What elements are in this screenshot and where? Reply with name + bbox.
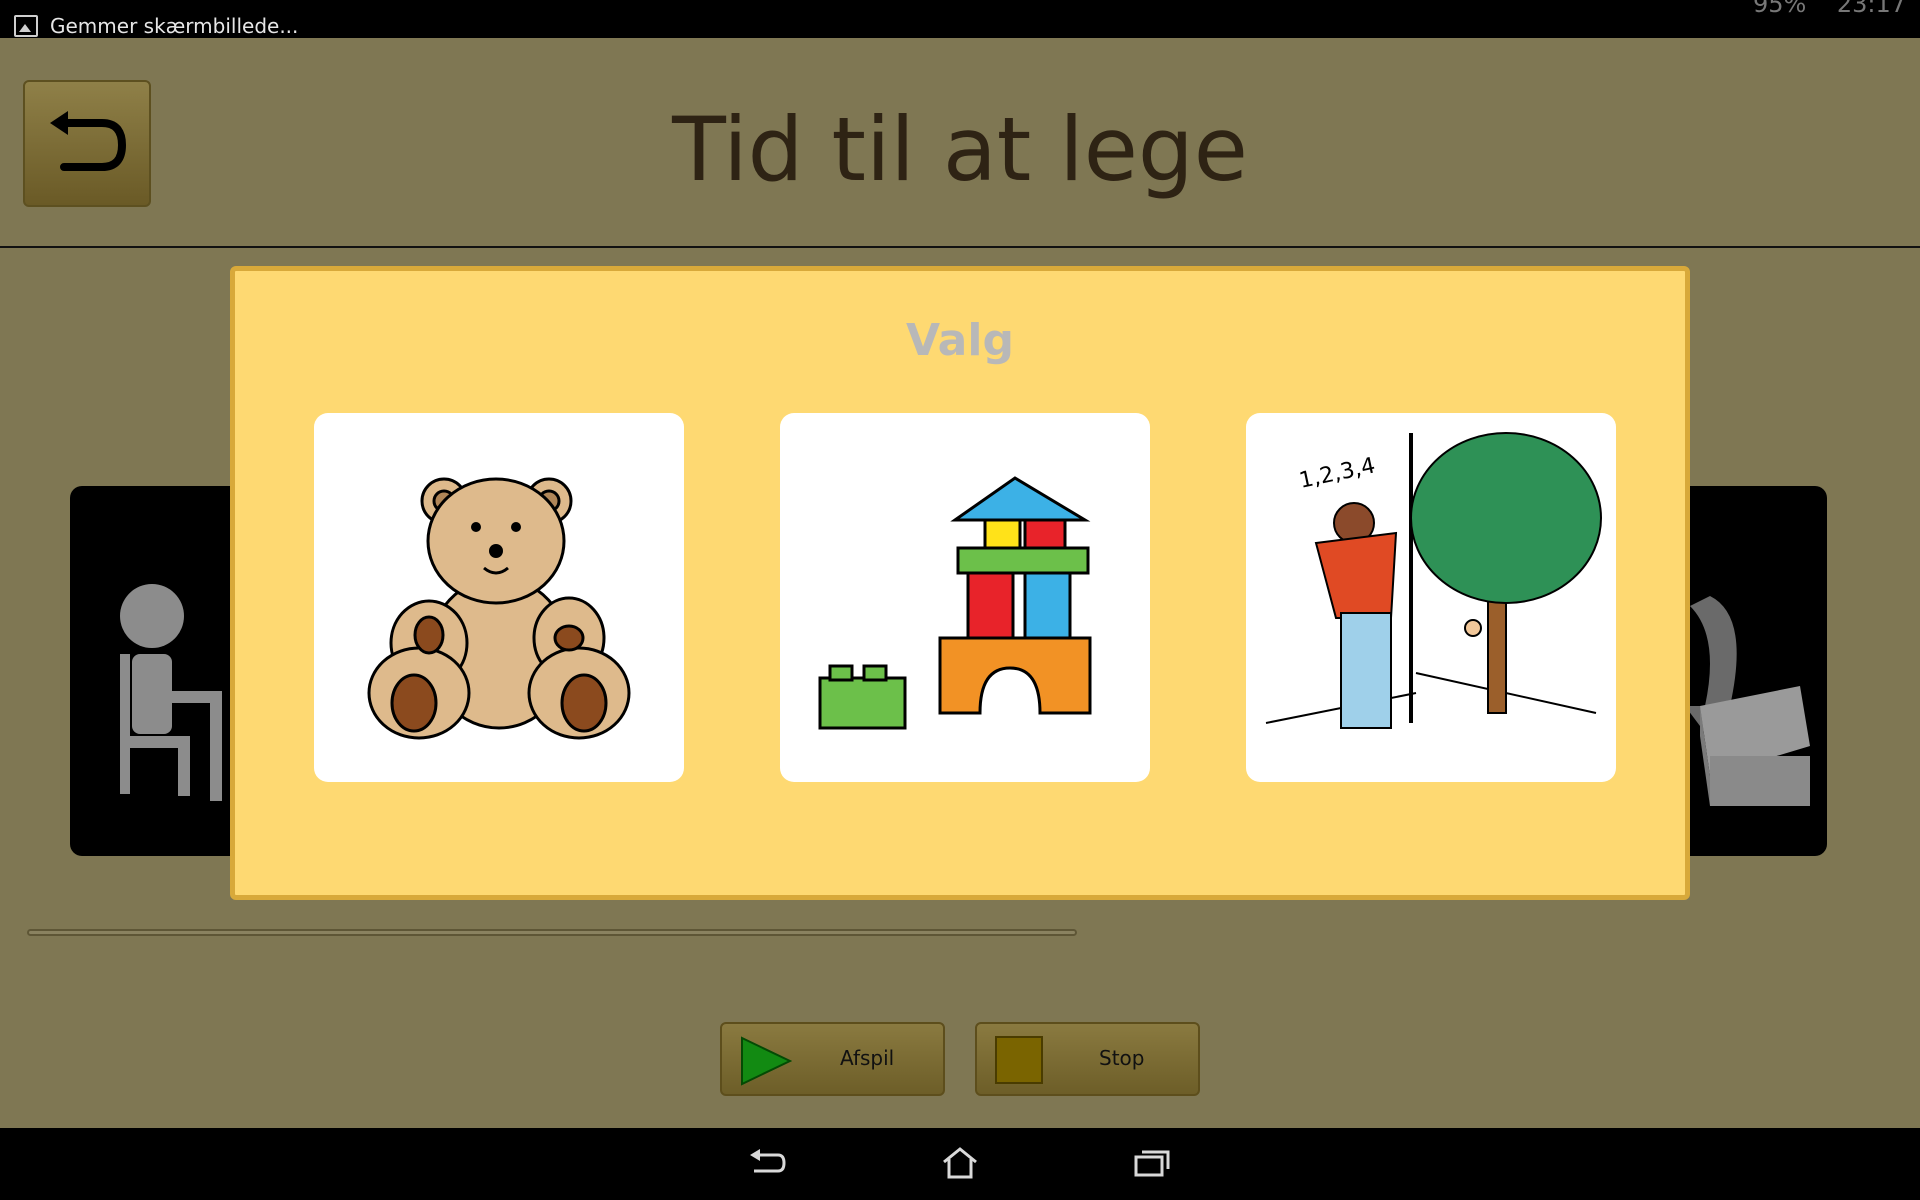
notification-text: Gemmer skærmbillede... — [50, 14, 299, 38]
header-divider — [0, 246, 1920, 248]
stop-icon — [995, 1036, 1043, 1084]
status-indicators: 95% 23:17 — [1753, 0, 1906, 18]
page-title: Tid til at lege — [672, 98, 1248, 201]
clock: 23:17 — [1836, 0, 1906, 18]
nav-recents-button[interactable] — [1122, 1138, 1182, 1188]
nav-home-button[interactable] — [930, 1138, 990, 1188]
svg-text:1,2,3,4: 1,2,3,4 — [1297, 453, 1377, 493]
header: Tid til at lege — [0, 38, 1920, 246]
choice-building-blocks[interactable] — [780, 413, 1150, 782]
dialog-title: Valg — [906, 315, 1014, 366]
choice-teddy-bear[interactable] — [314, 413, 684, 782]
progress-track[interactable] — [27, 929, 1077, 936]
person-at-desk-icon — [120, 584, 222, 801]
stop-button[interactable]: Stop — [975, 1022, 1200, 1096]
hide-and-seek-icon: 1,2,3,4 — [1265, 431, 1602, 729]
play-label: Afspil — [840, 1046, 895, 1070]
choice-hide-and-seek[interactable]: 1,2,3,4 — [1246, 413, 1616, 782]
image-icon — [14, 15, 38, 37]
play-icon — [741, 1036, 792, 1086]
choice-dialog: Valg 1,2,3,4 — [230, 266, 1690, 900]
building-blocks-icon — [818, 475, 1092, 729]
nav-back-button[interactable] — [738, 1138, 798, 1188]
put-in-box-icon — [1685, 596, 1810, 806]
screenshot-notification: Gemmer skærmbillede... — [14, 14, 298, 38]
activity-card-right[interactable] — [1680, 486, 1827, 856]
play-button[interactable]: Afspil — [720, 1022, 945, 1096]
battery-level: 95% — [1752, 0, 1807, 18]
stop-label: Stop — [1099, 1046, 1145, 1070]
navigation-bar — [0, 1128, 1920, 1200]
recent-apps-icon — [1134, 1150, 1170, 1177]
teddy-bear-icon — [367, 477, 631, 739]
activity-card-left[interactable] — [70, 486, 240, 856]
home-icon — [943, 1147, 977, 1179]
status-bar: Gemmer skærmbillede... 95% 23:17 — [0, 0, 1920, 38]
back-icon — [750, 1149, 786, 1173]
